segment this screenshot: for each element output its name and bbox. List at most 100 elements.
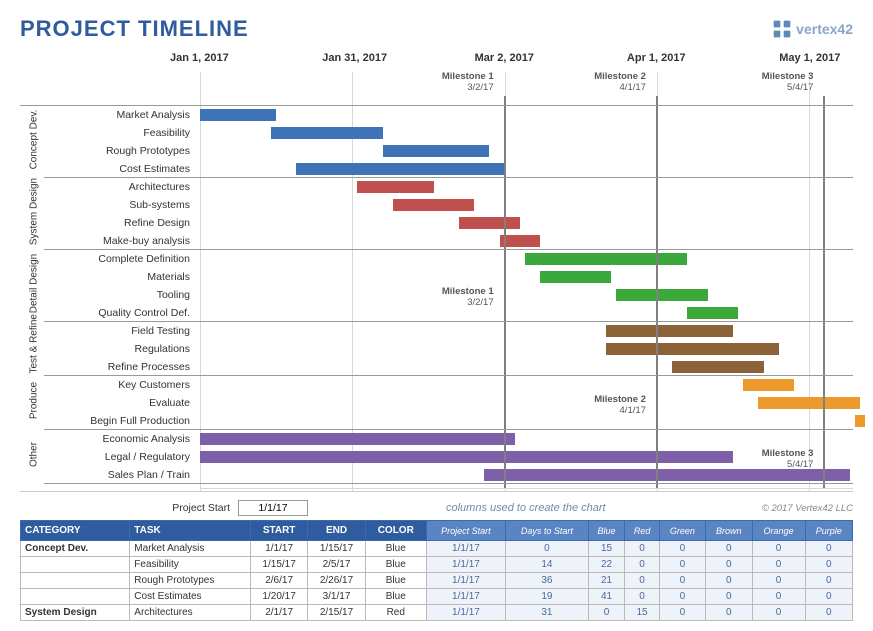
table-cell[interactable]: 1/1/17 (250, 541, 307, 557)
table-cell[interactable]: 0 (659, 589, 705, 605)
task-label: Legal / Regulatory (20, 451, 200, 463)
table-cell[interactable]: 15 (588, 541, 625, 557)
task-label: Begin Full Production (20, 415, 200, 427)
table-cell[interactable]: 1/20/17 (250, 589, 307, 605)
task-label: Evaluate (20, 397, 200, 409)
table-cell[interactable]: 2/15/17 (308, 605, 365, 621)
table-cell[interactable]: 14 (506, 557, 589, 573)
table-cell[interactable]: Architectures (130, 605, 251, 621)
date-tick: May 1, 2017 (779, 52, 840, 64)
table-cell[interactable]: 0 (625, 573, 660, 589)
table-cell[interactable]: 2/26/17 (308, 573, 365, 589)
table-cell[interactable]: 21 (588, 573, 625, 589)
task-label: Rough Prototypes (20, 145, 200, 157)
meta-row: Project Start columns used to create the… (20, 500, 853, 516)
table-row: Rough Prototypes2/6/172/26/17Blue1/1/173… (21, 573, 853, 589)
table-cell[interactable]: Blue (365, 557, 426, 573)
table-cell[interactable]: 0 (805, 605, 853, 621)
table-cell[interactable]: Red (365, 605, 426, 621)
table-cell[interactable]: 0 (705, 573, 752, 589)
task-label: Materials (20, 271, 200, 283)
table-cell[interactable]: 1/1/17 (426, 589, 505, 605)
task-row: Feasibility (20, 124, 853, 142)
table-cell[interactable]: 1/1/17 (426, 557, 505, 573)
table-cell[interactable]: 2/5/17 (308, 557, 365, 573)
table-cell[interactable]: 0 (805, 557, 853, 573)
table-cell[interactable]: 0 (752, 557, 805, 573)
project-start-input[interactable] (238, 500, 308, 516)
table-cell[interactable] (21, 573, 130, 589)
table-cell[interactable]: Blue (365, 541, 426, 557)
task-label: Complete Definition (20, 253, 200, 265)
table-header-sub: Brown (705, 521, 752, 541)
copyright: © 2017 Vertex42 LLC (762, 503, 853, 514)
table-cell[interactable]: 0 (625, 589, 660, 605)
table-header: START (250, 521, 307, 541)
table-cell[interactable]: 0 (752, 541, 805, 557)
table-cell[interactable]: 2/1/17 (250, 605, 307, 621)
table-cell[interactable]: 41 (588, 589, 625, 605)
table-cell[interactable]: Blue (365, 589, 426, 605)
table-cell[interactable]: Concept Dev. (21, 541, 130, 557)
table-cell[interactable]: 0 (752, 589, 805, 605)
table-cell[interactable] (21, 589, 130, 605)
table-cell[interactable]: 0 (805, 541, 853, 557)
table-cell[interactable]: 31 (506, 605, 589, 621)
date-tick: Jan 1, 2017 (170, 52, 229, 64)
table-cell[interactable]: 2/6/17 (250, 573, 307, 589)
task-row: Regulations (20, 340, 853, 358)
table-cell[interactable]: Blue (365, 573, 426, 589)
table-cell[interactable]: Rough Prototypes (130, 573, 251, 589)
page-title: PROJECT TIMELINE (20, 16, 249, 42)
table-header-sub: Purple (805, 521, 853, 541)
task-row: Architectures (20, 178, 853, 196)
table-cell[interactable]: 1/1/17 (426, 541, 505, 557)
task-row: Refine Design (20, 214, 853, 232)
date-tick: Mar 2, 2017 (475, 52, 534, 64)
table-cell[interactable]: 0 (705, 605, 752, 621)
table-cell[interactable]: 3/1/17 (308, 589, 365, 605)
table-cell[interactable]: 15 (625, 605, 660, 621)
table-cell[interactable]: 0 (625, 557, 660, 573)
table-cell[interactable]: 36 (506, 573, 589, 589)
project-start-label: Project Start (20, 502, 230, 514)
table-cell[interactable]: Market Analysis (130, 541, 251, 557)
table-cell[interactable]: 0 (705, 589, 752, 605)
table-cell[interactable]: 0 (805, 573, 853, 589)
table-cell[interactable]: Feasibility (130, 557, 251, 573)
table-cell[interactable]: 0 (506, 541, 589, 557)
table-header-sub: Orange (752, 521, 805, 541)
table-cell[interactable]: 0 (752, 573, 805, 589)
table-cell[interactable]: 0 (588, 605, 625, 621)
table-cell[interactable]: 0 (625, 541, 660, 557)
group-label: Detail Design (29, 248, 40, 320)
table-cell[interactable]: 19 (506, 589, 589, 605)
table-cell[interactable]: 22 (588, 557, 625, 573)
table-cell[interactable] (21, 557, 130, 573)
table-cell[interactable]: 0 (805, 589, 853, 605)
task-rows: Market AnalysisFeasibilityRough Prototyp… (20, 106, 853, 484)
table-cell[interactable]: 1/15/17 (250, 557, 307, 573)
table-cell[interactable]: 1/15/17 (308, 541, 365, 557)
table-row: System DesignArchitectures2/1/172/15/17R… (21, 605, 853, 621)
table-cell[interactable]: 0 (752, 605, 805, 621)
task-label: Key Customers (20, 379, 200, 391)
table-cell[interactable]: 0 (659, 557, 705, 573)
table-cell[interactable]: 0 (659, 605, 705, 621)
group-label: Test & Refine (29, 320, 40, 374)
table-cell[interactable]: 0 (705, 557, 752, 573)
table-cell[interactable]: 1/1/17 (426, 605, 505, 621)
table-cell[interactable]: 1/1/17 (426, 573, 505, 589)
table-header: COLOR (365, 521, 426, 541)
group-label: Produce (29, 374, 40, 428)
table-header-sub: Days to Start (506, 521, 589, 541)
task-row: Make-buy analysis (20, 232, 853, 250)
task-row: Legal / Regulatory (20, 448, 853, 466)
table-cell[interactable]: 0 (659, 541, 705, 557)
table-cell[interactable]: 0 (659, 573, 705, 589)
table-cell[interactable]: System Design (21, 605, 130, 621)
table-cell[interactable]: Cost Estimates (130, 589, 251, 605)
table-cell[interactable]: 0 (705, 541, 752, 557)
group-label: System Design (29, 176, 40, 248)
task-row: Tooling (20, 286, 853, 304)
